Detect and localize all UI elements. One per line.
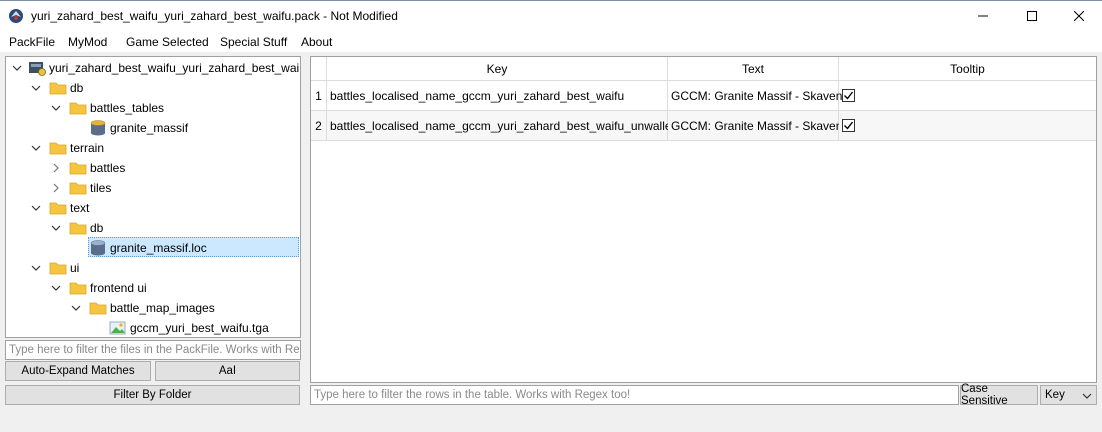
tree-label-granite-massif: granite_massif: [110, 121, 189, 135]
filter-by-folder-button[interactable]: Filter By Folder: [5, 385, 300, 405]
table-corner[interactable]: [311, 57, 327, 81]
tree-item-granite-massif[interactable]: granite_massif: [89, 118, 188, 138]
menu-mymod[interactable]: MyMod: [68, 35, 107, 49]
chevron-down-icon[interactable]: [71, 303, 81, 313]
tree-item-text-db[interactable]: db: [69, 218, 103, 238]
folder-icon: [69, 282, 87, 295]
tree-label-text: text: [70, 201, 90, 215]
tree-item-db[interactable]: db: [49, 78, 83, 98]
close-icon: [1074, 11, 1084, 21]
folder-icon: [69, 222, 87, 235]
folder-icon: [69, 162, 87, 175]
auto-expand-button[interactable]: Auto-Expand Matches: [5, 361, 151, 381]
maximize-button[interactable]: [1009, 1, 1055, 31]
tree-item-ui[interactable]: ui: [49, 258, 79, 278]
table-filter-input[interactable]: Type here to filter the rows in the tabl…: [310, 385, 959, 405]
table-cell-tooltip[interactable]: [839, 81, 1096, 111]
tooltip-checkbox[interactable]: [842, 89, 855, 102]
tree-item-text[interactable]: text: [49, 198, 89, 218]
loc-table[interactable]: Key Text Tooltip 1 battles_localised_nam…: [310, 56, 1097, 383]
tree-label-terrain: terrain: [70, 141, 105, 155]
column-header-tooltip[interactable]: Tooltip: [839, 57, 1096, 81]
chevron-down-icon[interactable]: [31, 263, 41, 273]
app-icon: [9, 9, 23, 23]
packfile-icon: [29, 62, 46, 76]
table-cell-text[interactable]: GCCM: Granite Massif - Skaven: [668, 111, 842, 141]
chevron-right-icon[interactable]: [51, 183, 61, 193]
image-icon: [109, 321, 126, 335]
tree-item-battles-tables[interactable]: battles_tables: [69, 98, 164, 118]
aai-button[interactable]: AaI: [155, 361, 300, 381]
minimize-button[interactable]: [960, 1, 1006, 31]
menu-bar: PackFile MyMod Game Selected Special Stu…: [0, 31, 1102, 52]
tree-label-frontend-ui: frontend ui: [90, 281, 147, 295]
tree-label-tga: gccm_yuri_best_waifu.tga: [130, 321, 269, 335]
close-button[interactable]: [1056, 1, 1102, 31]
tree-item-granite-massif-loc[interactable]: granite_massif.loc: [89, 238, 207, 258]
tree-item-battles[interactable]: battles: [69, 158, 125, 178]
chevron-down-icon[interactable]: [31, 83, 41, 93]
tree-label-text-db: db: [90, 221, 104, 235]
tree-label-battles-tables: battles_tables: [90, 101, 165, 115]
tree-item-battle-map-images[interactable]: battle_map_images: [89, 298, 215, 318]
folder-icon: [69, 182, 87, 195]
minimize-icon: [978, 15, 988, 17]
table-cell-key[interactable]: battles_localised_name_gccm_yuri_zahard_…: [327, 111, 678, 141]
folder-icon: [49, 262, 67, 275]
tree-label-ui: ui: [70, 261, 80, 275]
column-select[interactable]: Key: [1040, 385, 1097, 405]
folder-icon: [49, 202, 67, 215]
column-select-value: Key: [1045, 389, 1065, 401]
chevron-down-icon[interactable]: [51, 223, 61, 233]
case-sensitive-button[interactable]: Case Sensitive: [960, 383, 1038, 407]
folder-icon: [69, 102, 87, 115]
window-title: yuri_zahard_best_waifu_yuri_zahard_best_…: [31, 9, 398, 23]
tree-item-tga[interactable]: gccm_yuri_best_waifu.tga: [109, 318, 269, 337]
chevron-down-icon: [1082, 393, 1092, 399]
folder-icon: [49, 142, 67, 155]
packfile-tree[interactable]: yuri_zahard_best_waifu_yuri_zahard_best_…: [5, 56, 301, 338]
tree-label-db: db: [70, 81, 84, 95]
title-bar: yuri_zahard_best_waifu_yuri_zahard_best_…: [0, 0, 1102, 31]
database-icon: [90, 120, 106, 136]
folder-icon: [89, 302, 107, 315]
tree-label-battles: battles: [90, 161, 126, 175]
row-number[interactable]: 2: [311, 111, 327, 141]
tree-item-root[interactable]: yuri_zahard_best_waifu_yuri_zahard_best_…: [28, 58, 301, 78]
menu-special-stuff[interactable]: Special Stuff: [220, 35, 287, 49]
menu-about[interactable]: About: [301, 35, 332, 49]
table-cell-key[interactable]: battles_localised_name_gccm_yuri_zahard_…: [327, 81, 668, 111]
tree-item-terrain[interactable]: terrain: [49, 138, 104, 158]
menu-game-selected[interactable]: Game Selected: [126, 35, 209, 49]
database-icon: [90, 240, 106, 256]
chevron-down-icon[interactable]: [31, 143, 41, 153]
table-cell-text[interactable]: GCCM: Granite Massif - Skaven: [668, 81, 842, 111]
folder-icon: [49, 82, 67, 95]
table-cell-tooltip[interactable]: [839, 111, 1096, 141]
tree-item-tiles[interactable]: tiles: [69, 178, 111, 198]
tree-label-root: yuri_zahard_best_waifu_yuri_zahard_best_…: [49, 61, 301, 75]
checkmark-icon: [844, 121, 854, 130]
checkmark-icon: [844, 91, 854, 100]
chevron-down-icon[interactable]: [51, 103, 61, 113]
menu-packfile[interactable]: PackFile: [9, 35, 55, 49]
packfile-filter-input[interactable]: Type here to filter the files in the Pac…: [5, 340, 301, 360]
maximize-icon: [1027, 11, 1037, 21]
tree-label-granite-massif-loc: granite_massif.loc: [110, 241, 207, 255]
tree-label-tiles: tiles: [90, 181, 112, 195]
chevron-down-icon[interactable]: [51, 283, 61, 293]
tooltip-checkbox[interactable]: [842, 119, 855, 132]
column-header-text[interactable]: Text: [668, 57, 839, 81]
chevron-right-icon[interactable]: [51, 163, 61, 173]
chevron-down-icon[interactable]: [31, 203, 41, 213]
tree-item-frontend-ui[interactable]: frontend ui: [69, 278, 147, 298]
column-header-key[interactable]: Key: [327, 57, 668, 81]
tree-label-battle-map-images: battle_map_images: [110, 301, 215, 315]
chevron-down-icon[interactable]: [12, 63, 22, 73]
row-number[interactable]: 1: [311, 81, 327, 111]
